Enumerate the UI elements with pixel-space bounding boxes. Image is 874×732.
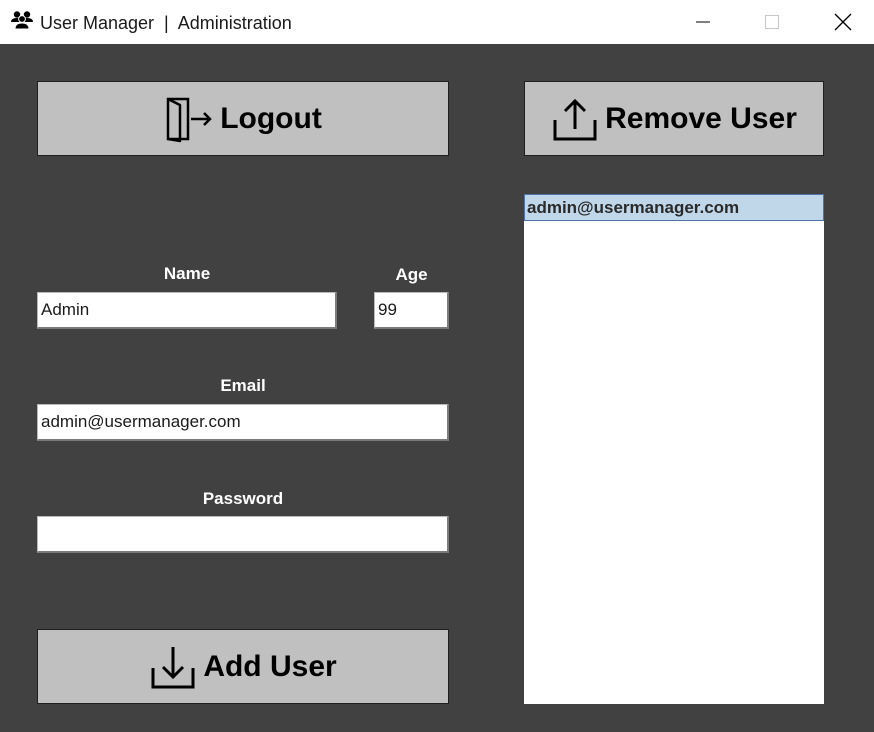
age-input[interactable] bbox=[374, 292, 449, 329]
name-input[interactable] bbox=[37, 292, 337, 329]
maximize-icon bbox=[764, 14, 780, 30]
minimize-button[interactable] bbox=[680, 0, 726, 44]
upload-icon bbox=[551, 96, 599, 142]
users-icon bbox=[10, 10, 34, 30]
title-bar: User Manager | Administration bbox=[0, 0, 874, 44]
app-window: User Manager | Administration Logout Rem… bbox=[0, 0, 874, 732]
minimize-icon bbox=[695, 14, 711, 30]
email-input[interactable] bbox=[37, 404, 449, 441]
age-label: Age bbox=[395, 265, 428, 284]
remove-user-label: Remove User bbox=[605, 101, 797, 135]
add-user-label: Add User bbox=[203, 649, 337, 683]
email-label: Email bbox=[220, 376, 266, 395]
window-title: User Manager | Administration bbox=[40, 13, 292, 33]
add-user-button[interactable]: Add User bbox=[37, 629, 449, 704]
maximize-button[interactable] bbox=[749, 0, 795, 44]
logout-button[interactable]: Logout bbox=[37, 81, 449, 156]
password-label: Password bbox=[202, 489, 284, 508]
list-item[interactable]: admin@usermanager.com bbox=[524, 194, 824, 221]
remove-user-button[interactable]: Remove User bbox=[524, 81, 824, 156]
close-button[interactable] bbox=[820, 0, 866, 44]
download-icon bbox=[149, 644, 197, 690]
logout-icon bbox=[164, 95, 214, 143]
user-list[interactable]: admin@usermanager.com bbox=[524, 194, 824, 704]
close-icon bbox=[834, 13, 852, 31]
logout-label: Logout bbox=[220, 101, 322, 135]
password-input[interactable] bbox=[37, 516, 449, 553]
name-label: Name bbox=[163, 264, 211, 283]
